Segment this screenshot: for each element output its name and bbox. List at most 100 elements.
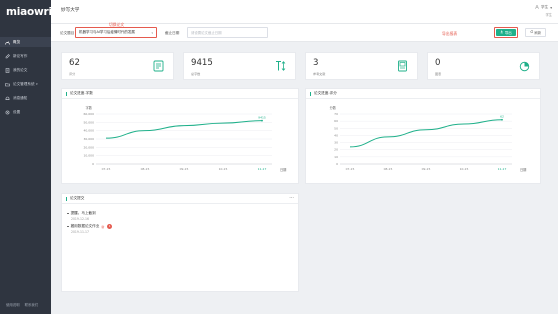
data-point: [261, 119, 263, 122]
paper-select-label: 论文题目: [60, 31, 75, 35]
user-role: 学生: [545, 13, 552, 17]
data-label: 62: [500, 115, 504, 119]
word-count-line-chart: 字数 日期 0 10,000 20,000 30,000 40,000 50,000 60,…: [84, 105, 287, 172]
notice-date: 2019-11-17: [71, 230, 89, 234]
user-menu[interactable]: 学生 ▾ 学生: [535, 5, 552, 17]
stat-value: 3: [313, 58, 319, 68]
sidebar-item-label: 消息通知: [13, 95, 28, 100]
panel-title-text: 论文提交: [70, 196, 85, 200]
stat-label: 总字数: [191, 72, 201, 76]
y-axis-label: 字数: [86, 105, 93, 110]
y-tick-label: 20: [334, 148, 338, 152]
page-title: 妙写大学: [61, 8, 80, 13]
x-tick-label: 07-15: [346, 167, 355, 171]
stat-card-score: 62 评分: [61, 52, 174, 80]
panel-title: 论文进度-评分: [306, 89, 540, 99]
panel-title: 论文进度-字数: [62, 89, 298, 99]
export-annotation: 导出报表: [442, 31, 458, 36]
x-tick-label: 09-15: [422, 167, 431, 171]
more-menu-icon[interactable]: ···: [289, 195, 294, 201]
sidebar-item-notifications[interactable]: 消息通知: [0, 93, 51, 103]
x-tick-label: 11-17: [258, 167, 267, 171]
y-tick-label: 10,000: [84, 154, 95, 158]
y-tick-label: 0: [92, 162, 94, 166]
stat-label: 参考文献: [313, 72, 326, 76]
chart-panel-word-count: 论文进度-字数 字数 日期 0 10,000 20,000 30,000 40,000 5…: [61, 88, 299, 184]
text-size-icon: [276, 61, 286, 71]
bell-icon: [5, 96, 10, 101]
refresh-icon: [530, 30, 534, 35]
y-tick-label: 10: [334, 155, 338, 159]
y-tick-label: 30,000: [84, 137, 95, 141]
folder-icon: [5, 82, 10, 87]
deadline-input[interactable]: 请设置论文截止日期: [187, 27, 268, 38]
gear-icon: [5, 110, 10, 115]
x-tick-label: 10-15: [219, 167, 228, 171]
stat-value: 9415: [191, 58, 213, 68]
series-line: [105, 120, 263, 139]
sidebar-item-paper-management[interactable]: 论文管理系统 ▾: [0, 79, 51, 89]
filter-bar: 论文题目 机器学习与AI学习后疫情时代的发展 ▾ 切换论文 截止日期 请设置论文…: [51, 22, 558, 42]
panel-title: 论文提交 ···: [62, 194, 298, 204]
x-tick-label: 09-15: [180, 167, 189, 171]
deadline-label: 截止日期: [165, 31, 180, 35]
stat-label: 评分: [69, 72, 76, 76]
chevron-down-icon: ▾: [550, 5, 552, 10]
list-item[interactable]: 提醒。马上截到: [67, 211, 96, 216]
chevron-down-icon: ▾: [36, 82, 38, 86]
x-axis-label: 日期: [280, 167, 286, 172]
contact-link[interactable]: 联系我们: [25, 302, 39, 307]
download-icon: [500, 30, 504, 35]
y-tick-label: 20,000: [84, 145, 95, 149]
status-badge: 1: [107, 224, 113, 229]
score-line-chart: 分数 日期 0 10 20 30 40 50 60 70 07-15 08-15 09-15 10-1…: [330, 105, 527, 172]
sidebar-item-label: 论文管理系统: [13, 81, 35, 86]
list-item[interactable]: 搬用数据论文作业 新 1: [67, 224, 113, 229]
paper-select-value: 机器学习与AI学习后疫情时代的发展: [79, 30, 135, 34]
sidebar-item-label: 我的论文: [13, 67, 28, 72]
x-tick-label: 07-15: [102, 167, 111, 171]
sidebar-item-my-papers[interactable]: 我的论文: [0, 65, 51, 75]
x-axis-label: 日期: [520, 167, 526, 172]
pie-chart-icon: [519, 61, 530, 72]
stat-label: 图表: [435, 72, 442, 76]
notice-text: 提醒。马上截到: [70, 211, 96, 215]
stat-value: 62: [69, 58, 80, 68]
notice-date: 2019-12-16: [71, 217, 89, 221]
top-header: 妙写大学 学生 ▾ 学生: [51, 0, 558, 24]
paper-select[interactable]: 机器学习与AI学习后疫情时代的发展 ▾: [75, 27, 157, 38]
deadline-placeholder: 请设置论文截止日期: [191, 31, 222, 35]
y-tick-label: 30: [334, 141, 338, 145]
bullet-icon: [67, 212, 69, 215]
sidebar-item-overview[interactable]: 概览: [0, 37, 51, 47]
stat-card-references: 3 参考文献: [305, 52, 418, 80]
y-axis-label: 分数: [330, 105, 337, 110]
x-tick-label: 08-15: [141, 167, 150, 171]
export-button[interactable]: 导出: [494, 27, 518, 38]
y-tick-label: 50: [334, 126, 338, 130]
sidebar-item-label: 新论写作: [13, 53, 28, 58]
document-icon: [5, 67, 10, 73]
sidebar-item-label: 概览: [13, 39, 21, 44]
bullet-icon: [67, 225, 69, 228]
x-tick-label: 08-15: [384, 167, 393, 171]
book-icon: [398, 60, 407, 72]
user-name: 学生: [541, 5, 549, 9]
sidebar-footer: 使用说明 联系我们: [6, 302, 38, 307]
user-avatar-icon: [535, 5, 539, 10]
switch-paper-annotation: 切换论文: [109, 22, 125, 27]
data-label: 9415: [258, 116, 266, 120]
x-tick-label: 11-17: [498, 167, 507, 171]
sidebar-item-settings[interactable]: 设置: [0, 107, 51, 117]
checklist-icon: [153, 60, 164, 72]
edit-icon: [5, 53, 10, 59]
y-tick-label: 70: [334, 112, 338, 116]
sidebar-item-new-paper[interactable]: 新论写作: [0, 51, 51, 61]
y-tick-label: 60,000: [84, 112, 95, 116]
y-tick-label: 40,000: [84, 129, 95, 133]
help-link[interactable]: 使用说明: [6, 302, 20, 307]
y-tick-label: 0: [336, 162, 338, 166]
x-tick-label: 10-15: [460, 167, 469, 171]
stat-card-charts: 0 图表: [427, 52, 540, 80]
refresh-button[interactable]: 刷新: [525, 28, 546, 37]
